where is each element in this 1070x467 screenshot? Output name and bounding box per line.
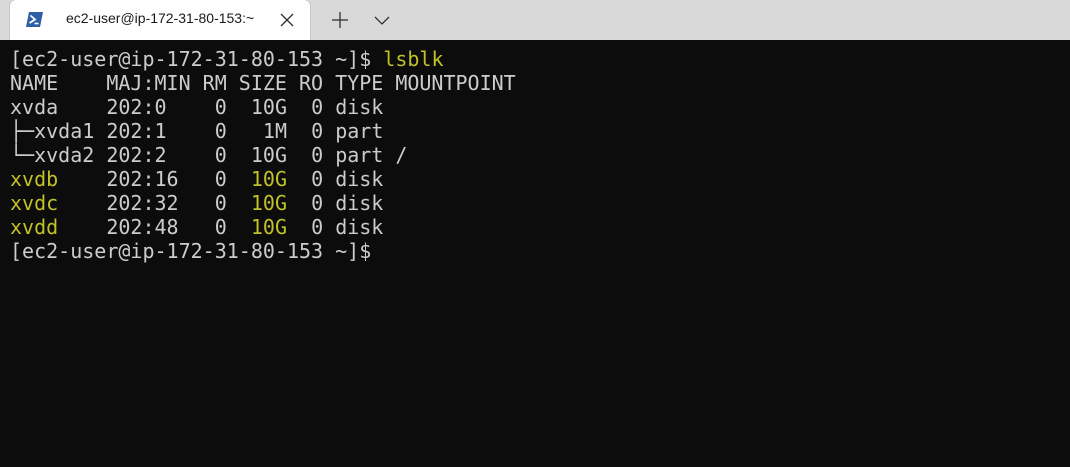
ro-cell: 0 — [311, 215, 324, 239]
plus-icon[interactable] — [326, 8, 354, 32]
ro-cell: 0 — [311, 191, 324, 215]
terminal-output: [ec2-user@ip-172-31-80-153 ~]$ lsblk NAM… — [10, 47, 516, 263]
rm-cell: 0 — [214, 191, 227, 215]
prompt: [ec2-user@ip-172-31-80-153 ~]$ — [10, 239, 372, 263]
device-name: xvdb — [10, 167, 59, 191]
device-name: xvdc — [10, 191, 59, 215]
prompt: [ec2-user@ip-172-31-80-153 ~]$ — [10, 47, 372, 71]
size-cell: 1M — [262, 119, 288, 143]
type-cell: disk — [335, 215, 384, 239]
ro-cell: 0 — [311, 167, 324, 191]
final-prompt-line: [ec2-user@ip-172-31-80-153 ~]$ — [10, 239, 516, 263]
powershell-icon — [26, 12, 43, 27]
cursor — [371, 241, 382, 261]
terminal-pane[interactable]: [ec2-user@ip-172-31-80-153 ~]$ lsblk NAM… — [0, 40, 1070, 467]
size-cell: 10G — [250, 167, 287, 191]
table-header: NAME MAJ:MIN RM SIZE RO TYPE MOUNTPOINT — [10, 71, 516, 95]
majmin-cell: 202:48 — [106, 215, 179, 239]
majmin-cell: 202:16 — [106, 167, 179, 191]
majmin-cell: 202:2 — [106, 143, 167, 167]
chevron-down-icon[interactable] — [368, 8, 396, 32]
type-cell: disk — [335, 95, 384, 119]
command-line: [ec2-user@ip-172-31-80-153 ~]$ lsblk — [10, 47, 516, 71]
table-row: xvda 202:0 0 10G 0 disk — [10, 95, 516, 119]
table-row: ├─xvda1 202:1 0 1M 0 part — [10, 119, 516, 143]
table-row: xvdb 202:16 0 10G 0 disk — [10, 167, 516, 191]
rm-cell: 0 — [214, 143, 227, 167]
majmin-cell: 202:1 — [106, 119, 167, 143]
device-name: xvda — [10, 95, 59, 119]
table-row: xvdc 202:32 0 10G 0 disk — [10, 191, 516, 215]
device-name: ├─xvda1 — [10, 119, 95, 143]
majmin-cell: 202:0 — [106, 95, 167, 119]
table-row: └─xvda2 202:2 0 10G 0 part / — [10, 143, 516, 167]
size-cell: 10G — [250, 191, 287, 215]
tab-terminal[interactable]: ec2-user@ip-172-31-80-153:~ — [10, 0, 310, 40]
type-cell: disk — [335, 191, 384, 215]
type-cell: part — [335, 143, 384, 167]
size-cell: 10G — [250, 215, 287, 239]
rm-cell: 0 — [214, 215, 227, 239]
ro-cell: 0 — [311, 95, 324, 119]
rm-cell: 0 — [214, 167, 227, 191]
rm-cell: 0 — [214, 119, 227, 143]
tab-title: ec2-user@ip-172-31-80-153:~ — [66, 10, 255, 26]
command: lsblk — [383, 47, 444, 71]
device-name: xvdd — [10, 215, 59, 239]
rm-cell: 0 — [214, 95, 227, 119]
type-cell: disk — [335, 167, 384, 191]
ro-cell: 0 — [311, 119, 324, 143]
size-cell: 10G — [250, 95, 287, 119]
size-cell: 10G — [250, 143, 287, 167]
close-icon[interactable] — [277, 10, 297, 30]
type-cell: part — [335, 119, 384, 143]
device-name: └─xvda2 — [10, 143, 95, 167]
majmin-cell: 202:32 — [106, 191, 179, 215]
mountpoint-cell: / — [395, 143, 408, 167]
ro-cell: 0 — [311, 143, 324, 167]
table-row: xvdd 202:48 0 10G 0 disk — [10, 215, 516, 239]
title-bar: ec2-user@ip-172-31-80-153:~ — [0, 0, 1070, 40]
